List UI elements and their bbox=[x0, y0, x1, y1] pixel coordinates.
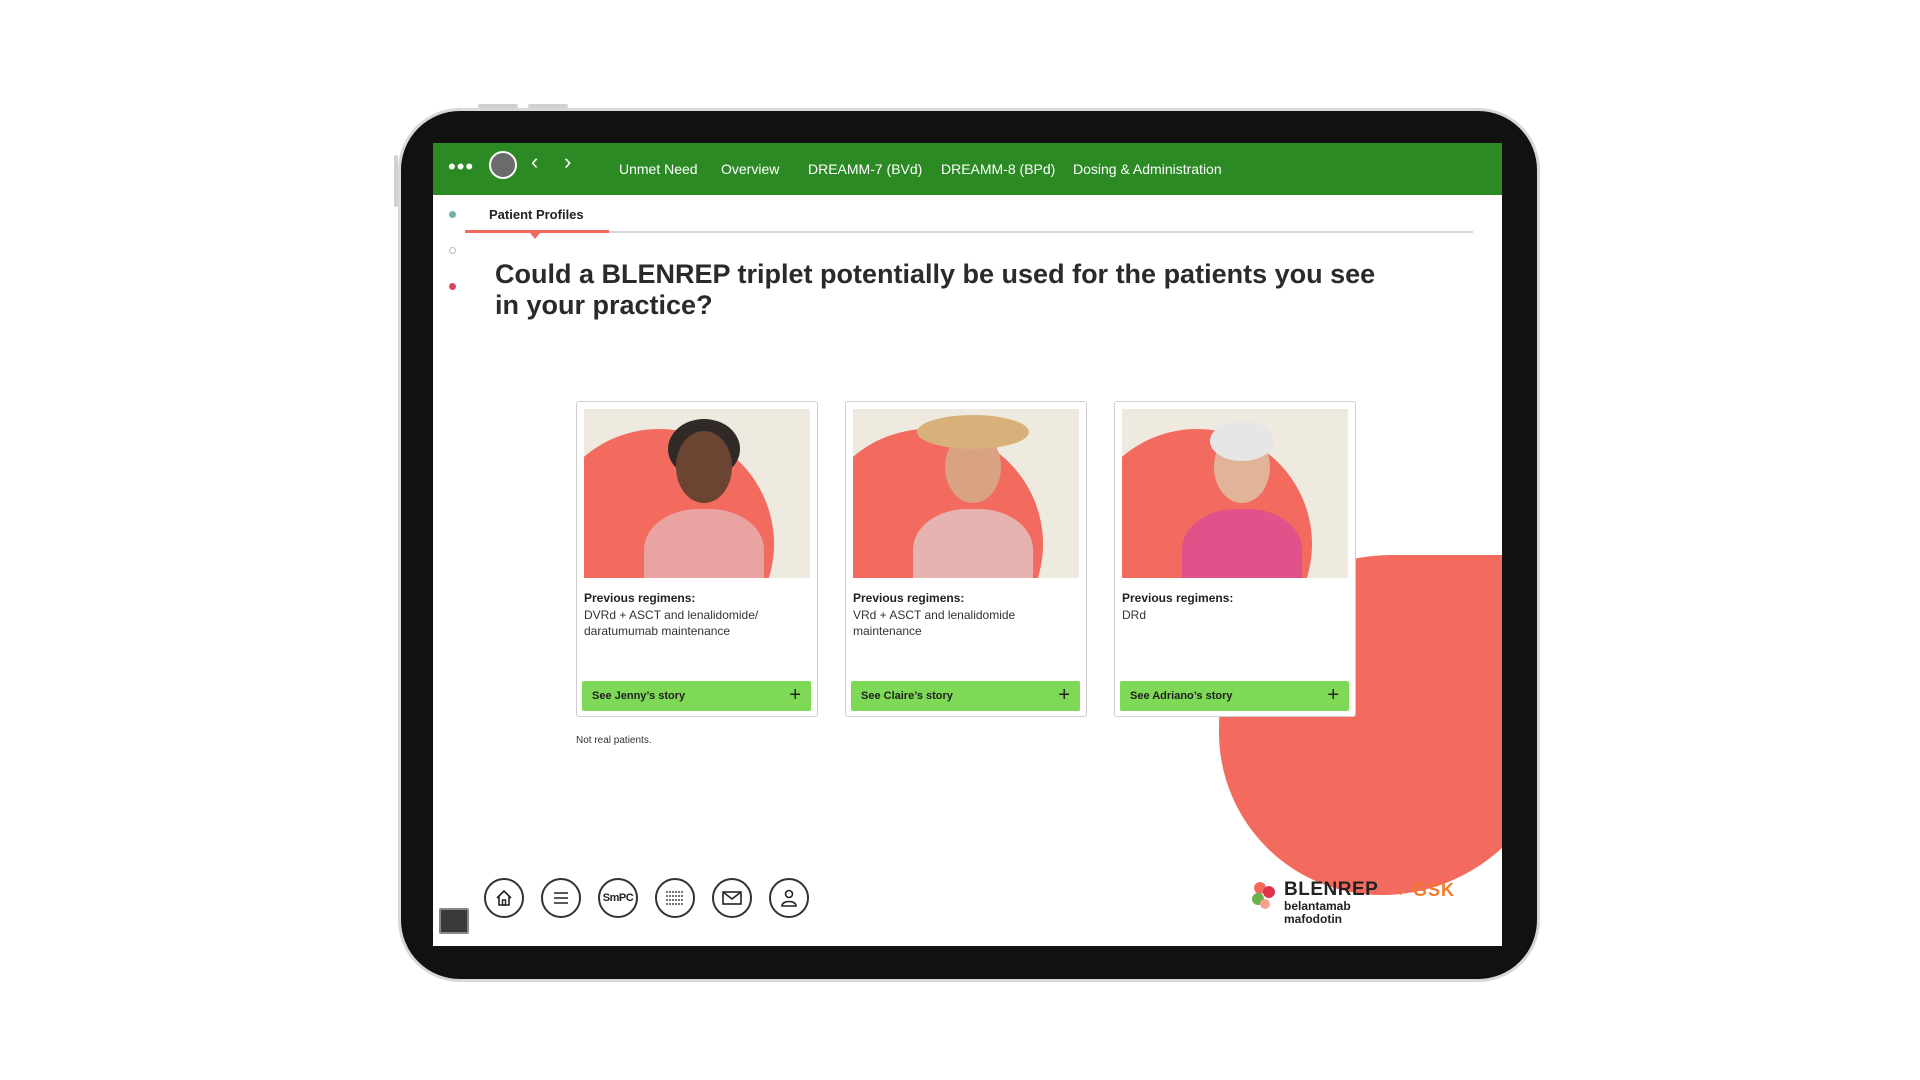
plus-icon: + bbox=[1058, 684, 1070, 706]
more-options-icon[interactable]: ••• bbox=[448, 156, 474, 178]
story-button-label: See Adriano’s story bbox=[1130, 690, 1233, 702]
regimen-text: VRd + ASCT and lenalidomide maintenance bbox=[853, 608, 1016, 638]
patient-photo bbox=[1122, 409, 1348, 578]
menu-button[interactable] bbox=[541, 878, 581, 918]
see-claire-story-button[interactable]: See Claire’s story + bbox=[851, 681, 1080, 711]
home-button[interactable] bbox=[484, 878, 524, 918]
story-button-label: See Claire’s story bbox=[861, 690, 953, 702]
regimen-heading: Previous regimens: bbox=[1122, 591, 1234, 605]
tablet-screen: ••• ‹ › Unmet Need Overview DREAMM-7 (BV… bbox=[433, 143, 1502, 946]
references-icon bbox=[666, 891, 684, 905]
email-button[interactable] bbox=[712, 878, 752, 918]
brand-generic-name: belantamab mafodotin bbox=[1284, 899, 1351, 926]
references-button[interactable] bbox=[655, 878, 695, 918]
tab-active-caret bbox=[530, 233, 540, 239]
forward-arrow-icon[interactable]: › bbox=[564, 151, 571, 173]
plus-icon: + bbox=[789, 684, 801, 706]
story-button-label: See Jenny’s story bbox=[592, 690, 686, 702]
company-logo: GSK bbox=[1413, 880, 1456, 900]
nav-item-dreamm-8[interactable]: DREAMM-8 (BPd) bbox=[941, 161, 1055, 177]
home-icon bbox=[496, 889, 512, 906]
mail-icon bbox=[722, 891, 742, 905]
patient-card-claire: Previous regimens: VRd + ASCT and lenali… bbox=[845, 401, 1087, 717]
top-nav-bar: ••• ‹ › Unmet Need Overview DREAMM-7 (BV… bbox=[433, 143, 1502, 195]
footnote: Not real patients. bbox=[576, 735, 652, 746]
keyboard-icon[interactable] bbox=[439, 908, 469, 934]
page-title: Could a BLENREP triplet potentially be u… bbox=[495, 259, 1376, 320]
brand-divider-icon: › bbox=[1399, 883, 1404, 899]
user-icon bbox=[781, 889, 797, 907]
patient-card-adriano: Previous regimens: DRd See Adriano’s sto… bbox=[1114, 401, 1356, 717]
nav-item-dreamm-7[interactable]: DREAMM-7 (BVd) bbox=[808, 161, 922, 177]
tab-divider bbox=[465, 231, 1473, 233]
section-indicator-dot[interactable] bbox=[449, 283, 456, 290]
regimen-text: DVRd + ASCT and lenalidomide/ daratumuma… bbox=[584, 608, 759, 638]
see-adriano-story-button[interactable]: See Adriano’s story + bbox=[1120, 681, 1349, 711]
smpc-button[interactable]: SmPC bbox=[598, 878, 638, 918]
patient-card-jenny: Previous regimens: DVRd + ASCT and lenal… bbox=[576, 401, 818, 717]
regimen-text: DRd bbox=[1122, 608, 1147, 622]
see-jenny-story-button[interactable]: See Jenny’s story + bbox=[582, 681, 811, 711]
plus-icon: + bbox=[1327, 684, 1339, 706]
blenrep-logo-mark bbox=[1252, 882, 1275, 909]
menu-icon bbox=[554, 892, 568, 904]
regimen-heading: Previous regimens: bbox=[853, 591, 965, 605]
back-arrow-icon[interactable]: ‹ bbox=[531, 151, 538, 173]
patient-photo bbox=[853, 409, 1079, 578]
nav-item-overview[interactable]: Overview bbox=[721, 161, 779, 177]
profile-icon[interactable] bbox=[489, 151, 517, 179]
smpc-label: SmPC bbox=[602, 892, 634, 904]
nav-item-unmet-need[interactable]: Unmet Need bbox=[619, 161, 698, 177]
account-button[interactable] bbox=[769, 878, 809, 918]
patient-photo bbox=[584, 409, 810, 578]
section-indicator-dot[interactable] bbox=[449, 211, 456, 218]
tab-patient-profiles[interactable]: Patient Profiles bbox=[489, 207, 584, 222]
brand-name: BLENREP bbox=[1284, 879, 1379, 900]
nav-item-dosing-administration[interactable]: Dosing & Administration bbox=[1073, 161, 1222, 177]
regimen-heading: Previous regimens: bbox=[584, 591, 696, 605]
section-indicator-dot[interactable] bbox=[449, 247, 456, 254]
